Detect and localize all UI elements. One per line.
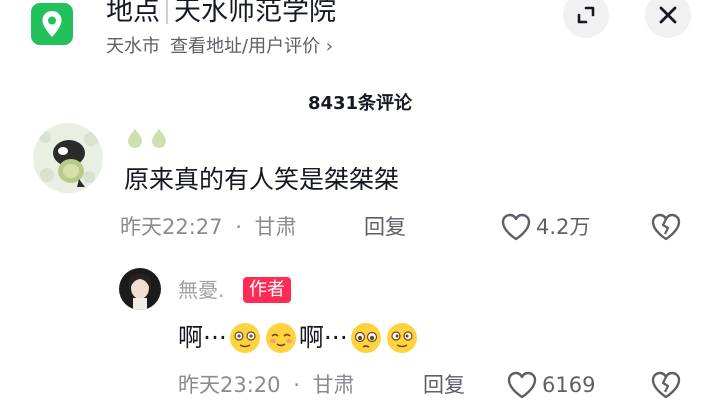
like-button[interactable]: 4.2万 xyxy=(500,212,590,242)
broken-heart-icon xyxy=(651,371,681,399)
reply-text-part-1: 啊··· xyxy=(178,323,227,352)
location-subtitle: 天水市 查看地址/用户评价 › xyxy=(106,33,333,61)
reply-reply-button[interactable]: 回复 xyxy=(423,370,465,400)
expand-button[interactable] xyxy=(563,0,609,38)
dizzy-face-emoji-icon xyxy=(229,323,260,353)
username-emoji[interactable] xyxy=(124,127,170,154)
reply-meta: 昨天23:20 · 甘肃 xyxy=(178,373,355,397)
location-title[interactable]: 地点 天水师范学院 xyxy=(106,0,336,32)
close-button[interactable] xyxy=(645,0,691,38)
comment-time: 昨天22:27 xyxy=(120,215,223,239)
title-divider xyxy=(166,0,168,24)
author-badge: 作者 xyxy=(243,277,291,303)
comment-meta: 昨天22:27 · 甘肃 xyxy=(120,215,297,239)
reply-like-count: 6169 xyxy=(542,373,596,397)
location-pin-icon xyxy=(42,11,62,37)
pleading-face-emoji-icon xyxy=(350,323,381,353)
heart-outline-icon xyxy=(507,371,537,399)
avatar[interactable] xyxy=(33,123,103,193)
pear-emoji-icon xyxy=(128,129,166,148)
location-name: 天水师范学院 xyxy=(174,0,336,27)
comment-count-title: 8431条评论 xyxy=(307,93,413,114)
comment-region: 甘肃 xyxy=(254,215,297,239)
reply-avatar[interactable] xyxy=(119,268,161,310)
reply-like-button[interactable]: 6169 xyxy=(506,370,595,400)
reply-text: 啊··· 啊··· xyxy=(178,318,420,358)
reply-time: 昨天23:20 xyxy=(178,373,281,397)
dizzy-face-emoji-icon xyxy=(386,323,417,353)
blush-emoji-icon xyxy=(265,323,296,353)
expand-icon xyxy=(577,6,595,24)
reply-text-part-2: 啊··· xyxy=(298,323,348,352)
location-city: 天水市 xyxy=(106,36,160,57)
heart-outline-icon xyxy=(501,213,531,241)
reply-region: 甘肃 xyxy=(312,373,355,397)
reply-username[interactable]: 無憂. xyxy=(178,276,224,304)
reply-dislike-button[interactable] xyxy=(650,370,682,400)
like-count: 4.2万 xyxy=(536,215,591,239)
dislike-button[interactable] xyxy=(650,212,682,242)
location-label: 地点 xyxy=(106,0,160,27)
close-icon xyxy=(659,6,677,24)
broken-heart-icon xyxy=(651,213,681,241)
view-address-link[interactable]: 查看地址/用户评价 › xyxy=(170,36,333,57)
comment-text: 原来真的有人笑是桀桀桀 xyxy=(124,165,400,194)
reply-button[interactable]: 回复 xyxy=(364,212,406,242)
location-badge xyxy=(31,3,73,45)
